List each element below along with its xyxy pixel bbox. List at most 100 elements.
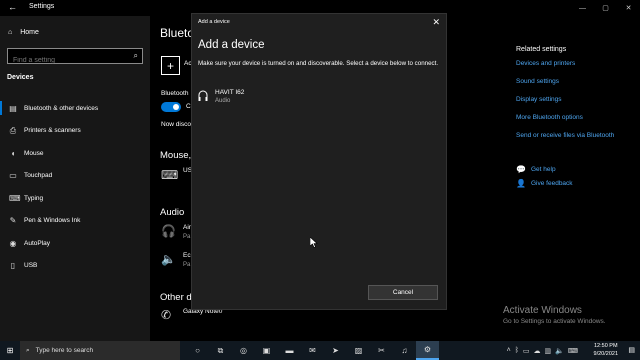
network-icon[interactable]: ▥ [545,347,552,355]
store-icon[interactable]: ▣ [255,341,278,360]
sidebar-item-typing[interactable]: ⌨ Typing [0,187,150,210]
sidebar-item-touchpad[interactable]: ▭ Touchpad [0,165,150,188]
mouse-icon: ◖ [10,148,16,158]
sidebar-item-label: Touchpad [24,172,53,180]
bluetooth-tray-icon[interactable]: ᛒ [515,347,519,354]
windows-logo-icon: ⊞ [6,346,14,355]
get-help-label: Get help [531,166,556,173]
search-box[interactable]: ⌕ [7,48,143,68]
chevron-up-icon[interactable]: ˄ [507,347,511,354]
link-send-receive-files[interactable]: Send or receive files via Bluetooth [516,132,636,139]
keyboard-layout-icon[interactable]: ⌨ [568,347,578,355]
bluetooth-label: Bluetooth [161,90,189,97]
sidebar-item-mouse[interactable]: ◖ Mouse [0,142,150,165]
dialog-description: Make sure your device is turned on and d… [198,60,439,67]
plus-icon: + [166,58,174,73]
volume-icon[interactable]: 🔈 [555,347,564,355]
speaker-icon: 🔈 [161,252,176,266]
help-icon: 💬 [516,165,526,174]
battery-icon[interactable]: ▭ [523,347,530,355]
settings-icon[interactable]: ⚙ [416,341,439,360]
give-feedback-label: Give feedback [531,180,573,187]
close-button[interactable]: ✕ [617,0,640,16]
sidebar-item-label: Pen & Windows Ink [24,217,81,225]
phone-icon: ✆ [161,308,172,322]
dialog-close-icon[interactable]: ✕ [432,17,440,28]
link-display-settings[interactable]: Display settings [516,96,636,103]
discoverable-text: Now disco [161,121,191,128]
clock-time: 12:50 PM [593,343,618,349]
mouse-section-heading: Mouse, [160,150,192,161]
snip-icon[interactable]: ✂ [370,341,393,360]
sidebar-item-autoplay[interactable]: ◉ AutoPlay [0,232,150,255]
notification-icon[interactable]: ▤ [628,346,635,354]
back-arrow-icon[interactable]: ← [8,2,17,12]
task-view-icon[interactable]: ⧉ [209,341,232,360]
audio-section-heading: Audio [160,207,185,218]
link-devices-printers[interactable]: Devices and printers [516,60,636,67]
related-settings: Related settings Devices and printers So… [516,46,636,150]
sidebar-item-printers[interactable]: ⎙ Printers & scanners [0,120,150,143]
file-explorer-icon[interactable]: ▬ [278,341,301,360]
minimize-button[interactable]: — [571,0,594,16]
start-button[interactable]: ⊞ [0,341,20,360]
usb-icon: ▯ [10,261,16,271]
device-type: Audio [215,98,231,104]
other-devices-heading: Other d [160,292,192,303]
sidebar-item-usb[interactable]: ▯ USB [0,255,150,278]
maximize-button[interactable]: ▢ [594,0,617,16]
taskbar-search[interactable]: ⌕ Type here to search [20,341,180,360]
link-more-bluetooth[interactable]: More Bluetooth options [516,114,636,121]
photos-icon[interactable]: ▨ [347,341,370,360]
taskbar-apps: ○ ⧉ ◎ ▣ ▬ ✉ ➤ ▨ ✂ ♫ ⚙ [186,341,439,360]
taskbar-search-placeholder: Type here to search [35,347,94,354]
feedback-icon: 👤 [516,179,526,188]
home-icon: ⌂ [8,29,13,36]
keyboard-icon: ⌨ [9,193,21,203]
watermark-subtitle: Go to Settings to activate Windows. [503,318,606,325]
device-name: HAVIT I62 [215,89,245,96]
audio-device-status: Pa [183,262,191,268]
printer-icon: ⎙ [9,125,17,135]
window-controls: — ▢ ✕ [571,0,640,16]
device-list-item[interactable]: HAVIT I62 Audio [198,88,438,108]
search-input[interactable] [8,53,126,68]
headphones-icon [198,90,208,101]
sidebar-item-label: Typing [24,194,44,202]
cancel-button[interactable]: Cancel [368,285,438,300]
audio-device-status: Pa [183,234,191,240]
cortana-icon[interactable]: ○ [186,341,209,360]
bluetooth-icon: ▤ [9,103,17,113]
toggle-state-label: C [186,103,191,110]
app-title: Settings [29,3,55,10]
edge-icon[interactable]: ◎ [232,341,255,360]
sidebar-item-bluetooth[interactable]: ▤ Bluetooth & other devices [0,97,150,120]
system-tray: ˄ ᛒ ▭ ☁ ▥ 🔈 ⌨ [507,341,578,360]
page-title: Blueto [160,26,195,40]
pointer-icon [310,237,318,248]
activation-watermark: Activate Windows Go to Settings to activ… [503,305,606,325]
link-sound-settings[interactable]: Sound settings [516,78,636,85]
audio-device-name[interactable]: Air [183,224,191,231]
mail-icon[interactable]: ✉ [301,341,324,360]
search-icon[interactable]: ⌕ [134,51,138,61]
clock[interactable]: 12:50 PM 9/20/2021 [594,343,618,358]
telegram-icon[interactable]: ➤ [324,341,347,360]
sidebar-item-home[interactable]: ⌂ Home [8,29,39,36]
bluetooth-toggle[interactable] [161,102,181,112]
add-device-button[interactable]: + [161,56,180,75]
nav-section-title: Devices [7,74,34,81]
sidebar-item-label: Printers & scanners [24,127,81,135]
sidebar-item-pen[interactable]: ✎ Pen & Windows Ink [0,210,150,233]
nav-list: ▤ Bluetooth & other devices ⎙ Printers &… [0,97,150,277]
autoplay-icon: ◉ [9,238,17,248]
related-settings-heading: Related settings [516,46,567,53]
touchpad-icon: ▭ [9,171,17,181]
sidebar: ⌂ Home ⌕ Devices ▤ Bluetooth & other dev… [0,16,150,341]
cloud-icon[interactable]: ☁ [534,347,541,355]
clock-date: 9/20/2021 [593,350,618,357]
music-icon[interactable]: ♫ [393,341,416,360]
give-feedback-link[interactable]: 👤 Give feedback [516,179,573,188]
watermark-title: Activate Windows [503,305,582,316]
get-help-link[interactable]: 💬 Get help [516,165,556,174]
